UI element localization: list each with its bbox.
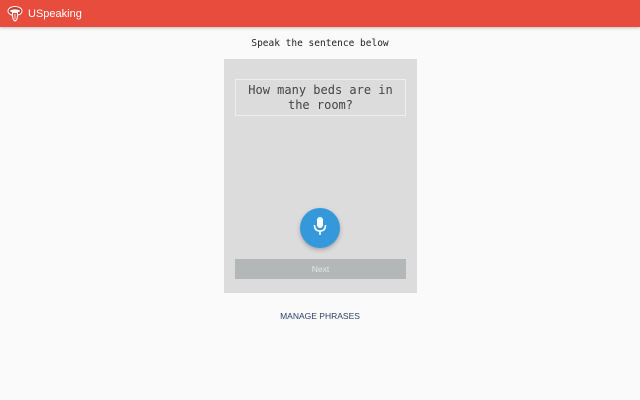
practice-card: How many beds are in the room? Next — [224, 59, 417, 293]
manage-phrases-link[interactable]: MANAGE PHRASES — [0, 311, 640, 321]
microphone-icon — [311, 216, 329, 241]
app-bar: USpeaking — [0, 0, 640, 27]
app-title: USpeaking — [28, 7, 82, 20]
sentence-text: How many beds are in the room? — [235, 79, 406, 116]
instruction-text: Speak the sentence below — [251, 38, 389, 49]
next-button[interactable]: Next — [235, 259, 406, 279]
record-button[interactable] — [300, 208, 340, 248]
tongue-lips-logo-icon — [6, 5, 24, 23]
